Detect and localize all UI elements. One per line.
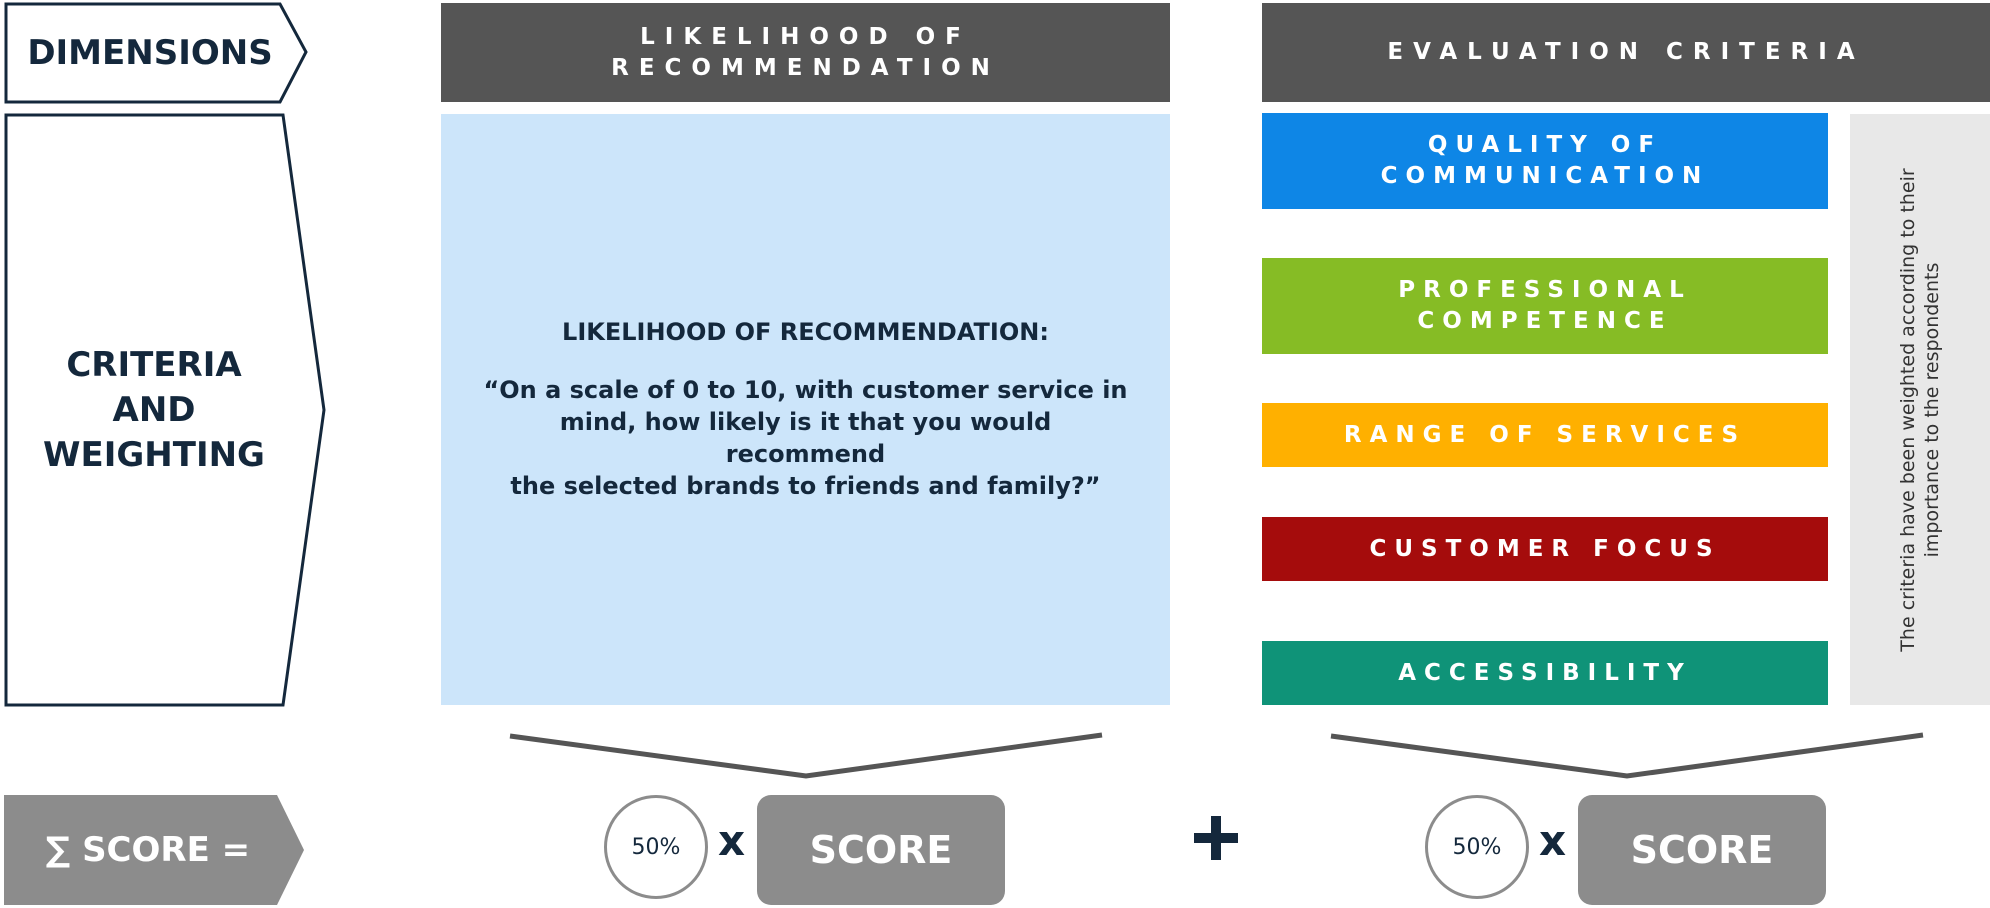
question-line: the selected brands to friends and famil… xyxy=(510,471,1101,500)
criterion-professional-competence: PROFESSIONAL COMPETENCE xyxy=(1262,258,1828,354)
score-label-text: ∑ SCORE = xyxy=(45,830,251,870)
recommendation-header: LIKELIHOOD OF RECOMMENDATION xyxy=(441,3,1170,102)
criterion-quality-of-communication: QUALITY OF COMMUNICATION xyxy=(1262,113,1828,209)
score-label: ∑ SCORE = xyxy=(4,795,292,905)
criteria-label-line: CRITERIA xyxy=(66,344,242,385)
criterion-label-line: CUSTOMER FOCUS xyxy=(1369,535,1721,562)
criteria-weighting-label: CRITERIA AND WEIGHTING xyxy=(6,115,302,705)
right-score-text: SCORE xyxy=(1630,828,1774,872)
weighting-note-panel: The criteria have been weighted accordin… xyxy=(1850,114,1990,705)
criterion-range-of-services: RANGE OF SERVICES xyxy=(1262,403,1828,467)
left-multiply-text: x xyxy=(718,816,746,865)
question-line: mind, how likely is it that you would re… xyxy=(559,407,1052,468)
right-multiply-text: x xyxy=(1539,816,1567,865)
left-multiply-sign: x xyxy=(718,816,745,865)
criteria-label-line: WEIGHTING xyxy=(43,434,265,475)
criterion-label-line: COMPETENCE xyxy=(1417,308,1673,334)
dimensions-label-text: DIMENSIONS xyxy=(27,33,273,73)
right-weight-value: 50% xyxy=(1452,834,1502,860)
criterion-accessibility: ACCESSIBILITY xyxy=(1262,641,1828,705)
criterion-label-line: RANGE OF SERVICES xyxy=(1343,421,1747,448)
recommendation-question-box: LIKELIHOOD OF RECOMMENDATION: “On a scal… xyxy=(441,114,1170,705)
plus-icon xyxy=(1194,816,1238,860)
weighting-note-text: The criteria have been weighted accordin… xyxy=(1896,150,1944,670)
criterion-customer-focus: CUSTOMER FOCUS xyxy=(1262,517,1828,581)
criterion-label-line: COMMUNICATION xyxy=(1380,163,1710,189)
right-weight-circle: 50% xyxy=(1425,795,1529,899)
criterion-label-line: ACCESSIBILITY xyxy=(1398,659,1692,686)
criteria-label-line: AND xyxy=(112,389,196,430)
right-multiply-sign: x xyxy=(1539,816,1566,865)
question-text: “On a scale of 0 to 10, with customer se… xyxy=(441,374,1170,502)
evaluation-criteria-header: EVALUATION CRITERIA xyxy=(1262,3,1990,102)
recommendation-header-line: RECOMMENDATION xyxy=(611,54,1000,81)
left-score-text: SCORE xyxy=(809,828,953,872)
note-line: The criteria have been weighted accordin… xyxy=(1897,167,1919,652)
question-line: “On a scale of 0 to 10, with customer se… xyxy=(483,375,1128,404)
right-score-box: SCORE xyxy=(1578,795,1826,905)
recommendation-funnel-line xyxy=(509,732,1103,779)
criterion-label-line: PROFESSIONAL xyxy=(1398,277,1692,303)
note-line: importance to the respondents xyxy=(1921,262,1943,557)
dimensions-label: DIMENSIONS xyxy=(6,4,294,102)
left-weight-circle: 50% xyxy=(604,795,708,899)
evaluation-header-text: EVALUATION CRITERIA xyxy=(1387,39,1865,65)
criterion-label-line: QUALITY OF xyxy=(1427,132,1663,158)
recommendation-header-line: LIKELIHOOD OF xyxy=(640,23,971,50)
criteria-funnel-line xyxy=(1330,732,1924,779)
left-score-box: SCORE xyxy=(757,795,1005,905)
left-weight-value: 50% xyxy=(631,834,681,860)
question-title: LIKELIHOOD OF RECOMMENDATION: xyxy=(562,317,1049,346)
